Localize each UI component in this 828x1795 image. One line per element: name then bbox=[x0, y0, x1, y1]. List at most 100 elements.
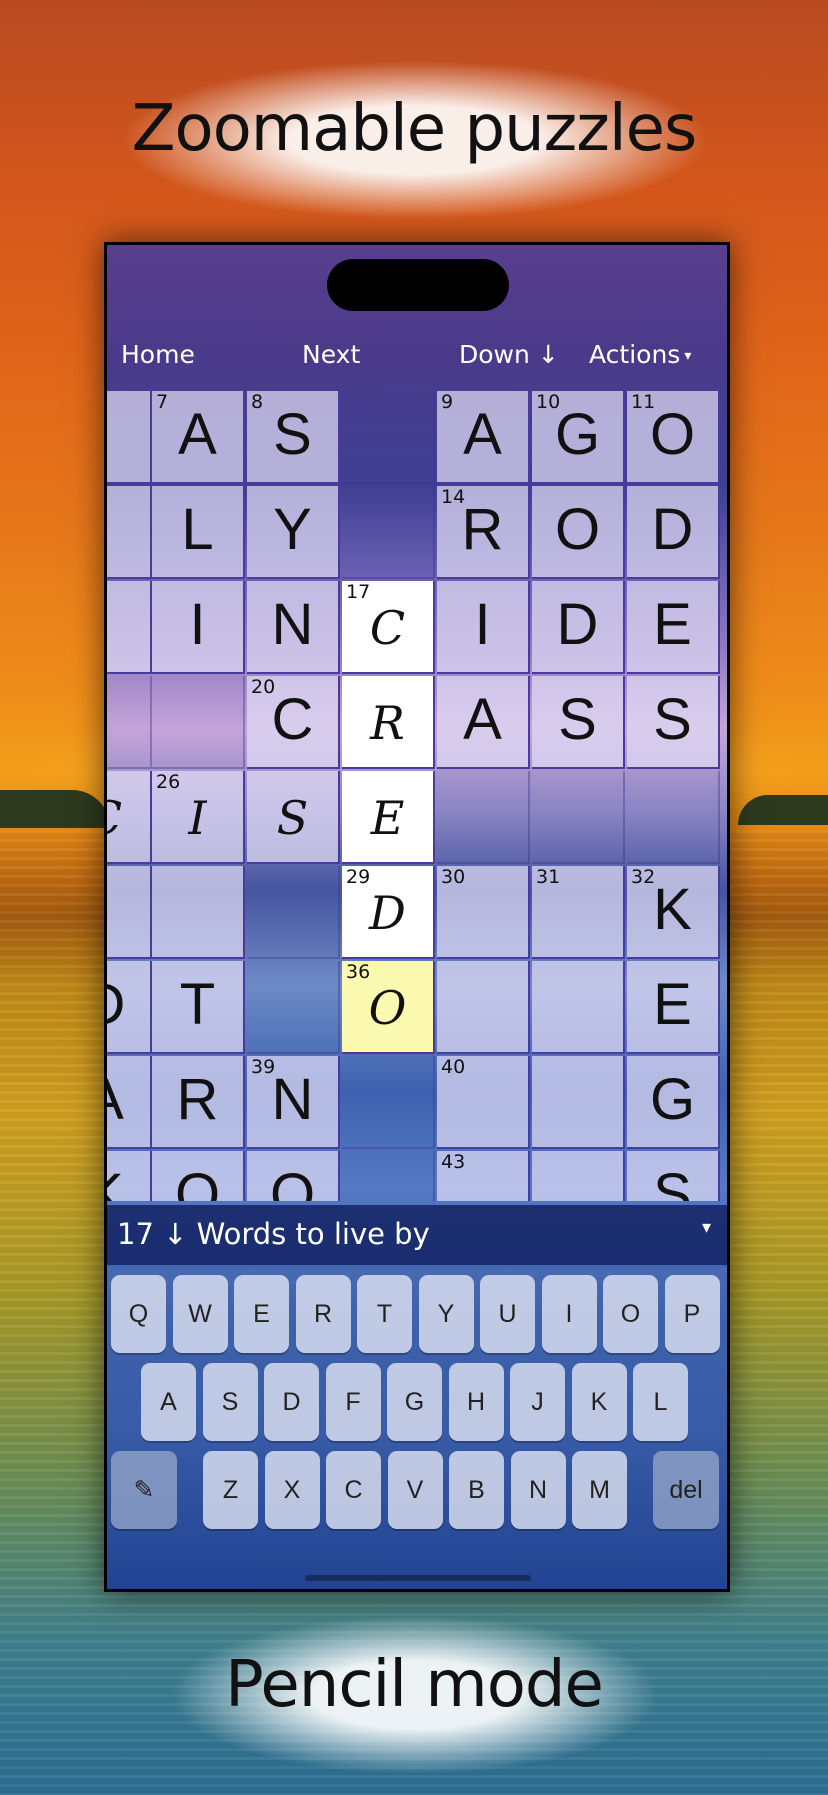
key-p[interactable]: P bbox=[664, 1275, 720, 1353]
grid-cell[interactable] bbox=[107, 866, 152, 959]
grid-cell[interactable]: A bbox=[107, 1056, 152, 1149]
key-y[interactable]: Y bbox=[418, 1275, 474, 1353]
crossword-grid[interactable]: 7A8S9A10G11OLY14RODIN17CIDE20CRASSC26ISE… bbox=[107, 391, 724, 1201]
grid-cell[interactable]: T bbox=[152, 961, 245, 1054]
pencil-letter: I bbox=[188, 791, 207, 845]
key-x[interactable]: X bbox=[264, 1451, 320, 1529]
grid-cell[interactable]: A bbox=[437, 676, 530, 769]
grid-cell[interactable]: S bbox=[247, 771, 340, 864]
grid-cell[interactable] bbox=[532, 961, 625, 1054]
grid-cell[interactable]: S bbox=[532, 676, 625, 769]
grid-cell[interactable]: I bbox=[152, 581, 245, 674]
grid-cell[interactable]: D bbox=[532, 581, 625, 674]
grid-cell[interactable]: E bbox=[627, 961, 720, 1054]
grid-cell[interactable]: S bbox=[627, 676, 720, 769]
grid-cell[interactable]: 10 G bbox=[532, 391, 625, 484]
key-r[interactable]: R bbox=[295, 1275, 351, 1353]
grid-cell[interactable]: 7A bbox=[152, 391, 245, 484]
grid-cell[interactable] bbox=[152, 866, 245, 959]
grid-cell[interactable]: 31 bbox=[532, 866, 625, 959]
key-u[interactable]: U bbox=[480, 1275, 535, 1353]
cell-letter: I bbox=[474, 592, 491, 657]
key-l[interactable]: L bbox=[633, 1363, 688, 1441]
grid-cell[interactable]: 40 bbox=[437, 1056, 530, 1149]
grid-cell[interactable] bbox=[437, 961, 530, 1054]
key-b[interactable]: B bbox=[449, 1451, 504, 1529]
key-f[interactable]: F bbox=[325, 1363, 381, 1441]
grid-cell[interactable] bbox=[107, 391, 152, 484]
key-w[interactable]: W bbox=[172, 1275, 228, 1353]
next-button[interactable]: Next bbox=[302, 340, 360, 369]
grid-cell[interactable] bbox=[107, 581, 152, 674]
key-i[interactable]: I bbox=[541, 1275, 597, 1353]
clue-number: 43 bbox=[441, 1151, 466, 1173]
grid-cell[interactable] bbox=[532, 1151, 625, 1201]
grid-cell[interactable]: 39 N bbox=[247, 1056, 340, 1149]
grid-cell[interactable]: 30 bbox=[437, 866, 530, 959]
grid-cell[interactable]: 29 D bbox=[342, 866, 435, 959]
key-t[interactable]: T bbox=[357, 1275, 412, 1353]
cell-letter: A bbox=[463, 687, 502, 752]
current-clue: 17 ↓ Words to live by bbox=[117, 1217, 430, 1251]
key-q[interactable]: Q bbox=[111, 1275, 166, 1353]
cell-letter: O bbox=[649, 402, 696, 467]
home-button[interactable]: Home bbox=[121, 340, 195, 369]
clue-bar[interactable]: 17 ↓ Words to live by ▾ bbox=[107, 1205, 727, 1265]
grid-cell[interactable]: N bbox=[247, 581, 340, 674]
grid-cell[interactable]: E bbox=[342, 771, 435, 864]
grid-cell[interactable]: R bbox=[152, 1056, 245, 1149]
key-d[interactable]: D bbox=[264, 1363, 319, 1441]
grid-cell[interactable]: S bbox=[627, 1151, 720, 1201]
clue-number: 31 bbox=[536, 866, 561, 888]
key-n[interactable]: N bbox=[510, 1451, 566, 1529]
key-j[interactable]: J bbox=[510, 1363, 565, 1441]
key-z[interactable]: Z bbox=[203, 1451, 258, 1529]
cell-letter: S bbox=[558, 687, 597, 752]
grid-cell[interactable]: 36 O bbox=[342, 961, 435, 1054]
key-h[interactable]: H bbox=[448, 1363, 504, 1441]
pencil-mode-icon[interactable]: ✎ bbox=[111, 1451, 177, 1529]
key-o[interactable]: O bbox=[603, 1275, 658, 1353]
grid-cell[interactable]: 9A bbox=[437, 391, 530, 484]
grid-cell[interactable]: 8S bbox=[247, 391, 340, 484]
grid-cell[interactable]: 26 I bbox=[152, 771, 245, 864]
island-silhouette-right bbox=[738, 795, 828, 825]
grid-cell[interactable]: K bbox=[107, 1151, 152, 1201]
grid-cell[interactable]: C bbox=[107, 771, 152, 864]
key-g[interactable]: G bbox=[387, 1363, 442, 1441]
grid-cell[interactable] bbox=[107, 486, 152, 579]
grid-cell[interactable]: 17 C bbox=[342, 581, 435, 674]
key-s[interactable]: S bbox=[202, 1363, 258, 1441]
key-e[interactable]: E bbox=[234, 1275, 289, 1353]
delete-key[interactable]: del bbox=[653, 1451, 719, 1529]
grid-cell[interactable]: Y bbox=[247, 486, 340, 579]
grid-cell[interactable]: 32 K bbox=[627, 866, 720, 959]
clue-list-dropdown-icon[interactable]: ▾ bbox=[702, 1217, 711, 1238]
grid-cell[interactable]: 11 O bbox=[627, 391, 720, 484]
cell-letter: T bbox=[179, 972, 216, 1037]
key-k[interactable]: K bbox=[571, 1363, 627, 1441]
grid-cell[interactable]: L bbox=[152, 486, 245, 579]
grid-cell[interactable]: D bbox=[107, 961, 152, 1054]
grid-cell[interactable]: G bbox=[627, 1056, 720, 1149]
pencil-letter: R bbox=[370, 696, 405, 750]
grid-cell[interactable]: D bbox=[627, 486, 720, 579]
grid-cell[interactable]: E bbox=[627, 581, 720, 674]
grid-cell[interactable]: R bbox=[342, 676, 435, 769]
grid-cell[interactable]: 14 R bbox=[437, 486, 530, 579]
grid-cell[interactable]: 43 bbox=[437, 1151, 530, 1201]
keyboard: Q W E R T Y U I O P A S D F G H J K L ✎ Z X C V B N Mdel bbox=[107, 1267, 727, 1589]
actions-menu-button[interactable]: Actions ▾ bbox=[589, 340, 691, 369]
direction-toggle-button[interactable]: Down ↓ bbox=[459, 340, 559, 369]
grid-cell[interactable]: O bbox=[247, 1151, 340, 1201]
key-a[interactable]: A bbox=[141, 1363, 196, 1441]
grid-cell[interactable]: 20 C bbox=[247, 676, 340, 769]
grid-cell[interactable] bbox=[532, 1056, 625, 1149]
grid-cell[interactable]: I bbox=[437, 581, 530, 674]
key-v[interactable]: V bbox=[387, 1451, 443, 1529]
grid-cell[interactable]: O bbox=[152, 1151, 245, 1201]
grid-cell[interactable]: O bbox=[532, 486, 625, 579]
key-m[interactable]: M bbox=[572, 1451, 627, 1529]
cell-letter: N bbox=[271, 592, 314, 657]
key-c[interactable]: C bbox=[326, 1451, 381, 1529]
